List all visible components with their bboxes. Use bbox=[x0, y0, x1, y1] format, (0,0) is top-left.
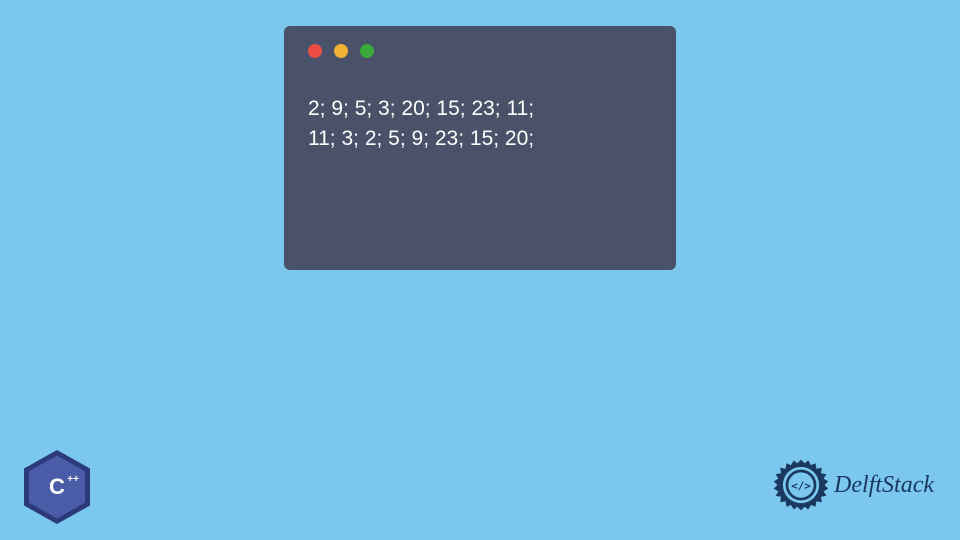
cpp-plus: ++ bbox=[67, 476, 79, 484]
window-controls bbox=[308, 44, 652, 58]
close-icon[interactable] bbox=[308, 44, 322, 58]
output-line-2: 11; 3; 2; 5; 9; 23; 15; 20; bbox=[308, 124, 652, 154]
gear-icon: </> bbox=[772, 456, 830, 514]
minimize-icon[interactable] bbox=[334, 44, 348, 58]
cpp-logo-icon: C ++ bbox=[24, 450, 90, 524]
output-line-1: 2; 9; 5; 3; 20; 15; 23; 11; bbox=[308, 94, 652, 124]
terminal-window: 2; 9; 5; 3; 20; 15; 23; 11; 11; 3; 2; 5;… bbox=[284, 26, 676, 270]
delftstack-brand: </> DelftStack bbox=[772, 456, 934, 514]
terminal-output: 2; 9; 5; 3; 20; 15; 23; 11; 11; 3; 2; 5;… bbox=[308, 94, 652, 155]
code-symbol: </> bbox=[791, 480, 811, 493]
cpp-letter: C bbox=[49, 474, 65, 499]
maximize-icon[interactable] bbox=[360, 44, 374, 58]
brand-name: DelftStack bbox=[834, 472, 934, 499]
